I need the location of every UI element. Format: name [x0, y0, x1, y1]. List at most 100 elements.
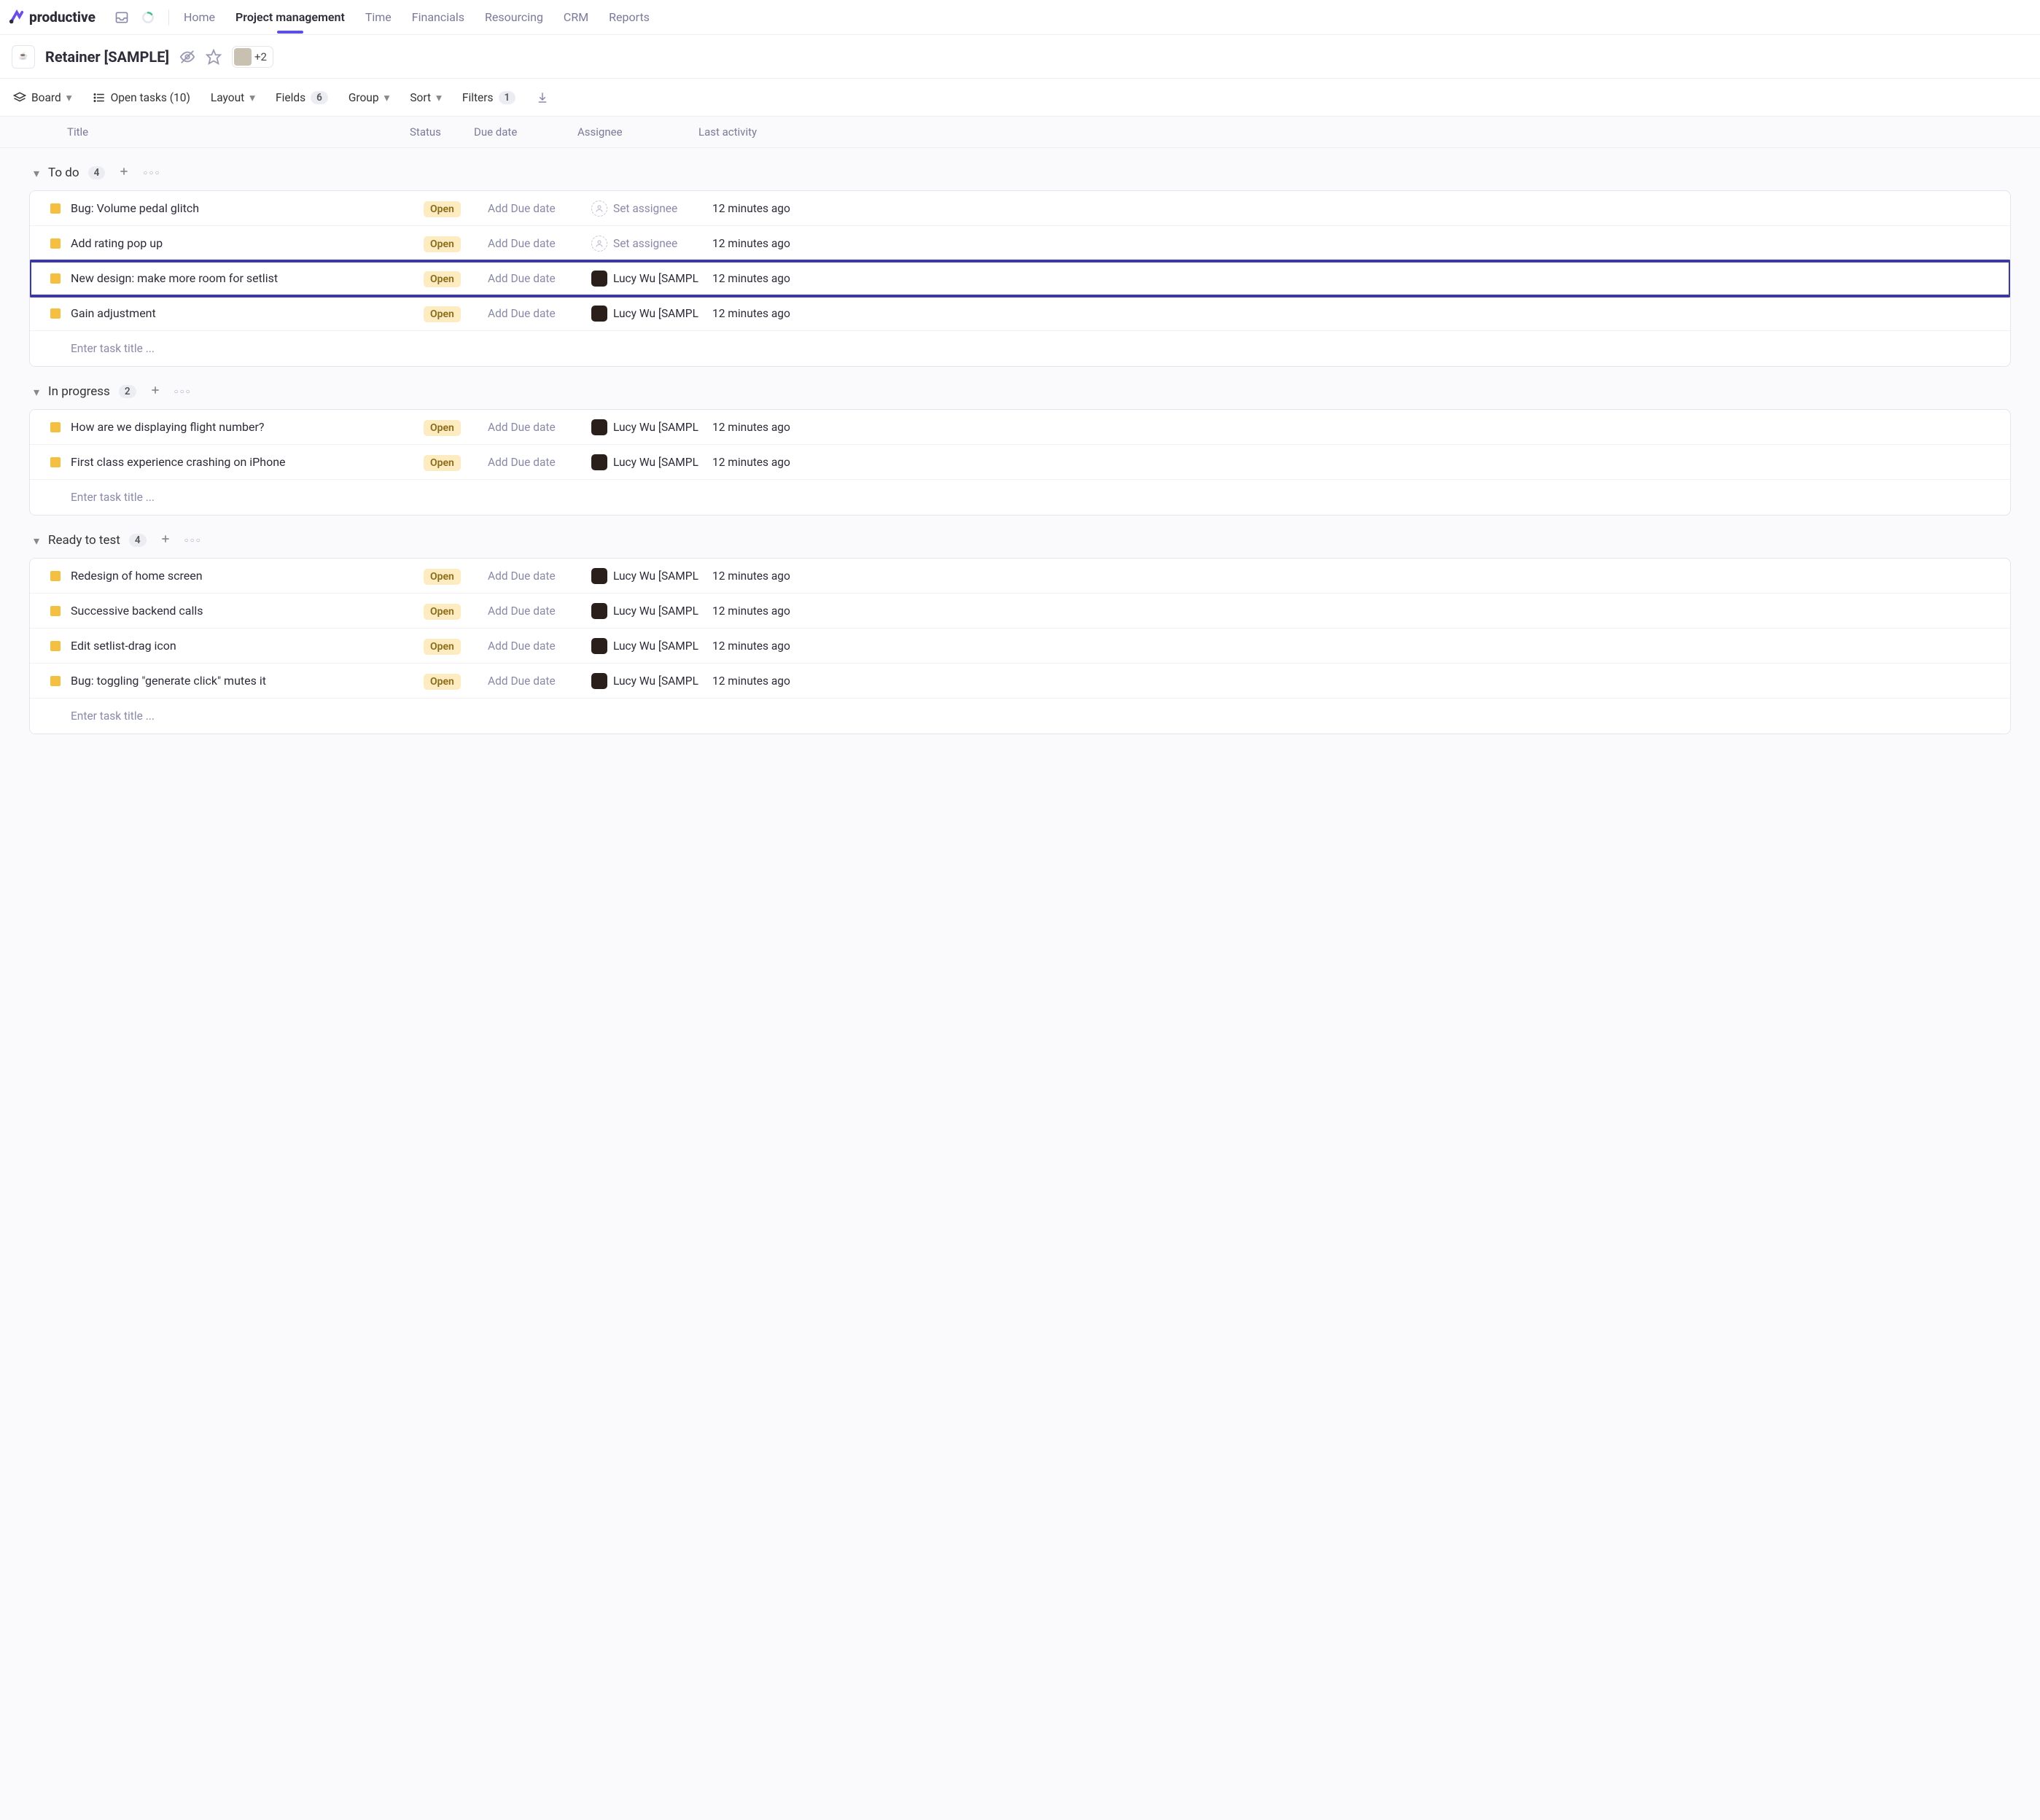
task-title: Successive backend calls [71, 604, 424, 618]
task-status[interactable]: Open [424, 569, 488, 583]
new-task-input[interactable]: Enter task title ... [30, 699, 2010, 734]
task-due-date[interactable]: Add Due date [488, 674, 591, 688]
task-status[interactable]: Open [424, 455, 488, 469]
task-status[interactable]: Open [424, 674, 488, 688]
task-row[interactable]: Add rating pop upOpenAdd Due dateSet ass… [30, 226, 2010, 261]
task-assignee[interactable]: Set assignee [591, 236, 712, 252]
assignee-placeholder-icon [591, 236, 607, 252]
task-status[interactable]: Open [424, 236, 488, 250]
task-assignee[interactable]: Lucy Wu [SAMPL [591, 638, 712, 654]
task-color-icon [50, 676, 61, 686]
task-color-icon [50, 203, 61, 214]
task-title: New design: make more room for setlist [71, 271, 424, 285]
nav-item-time[interactable]: Time [364, 1, 393, 33]
task-status[interactable]: Open [424, 271, 488, 285]
star-icon[interactable] [206, 49, 222, 65]
task-due-date[interactable]: Add Due date [488, 604, 591, 618]
more-icon[interactable]: ○○○ [184, 537, 202, 545]
add-task-button[interactable] [155, 533, 176, 548]
visibility-icon[interactable] [179, 49, 195, 65]
more-icon[interactable]: ○○○ [174, 388, 192, 396]
nav-item-project-management[interactable]: Project management [234, 1, 346, 33]
section-title: In progress [48, 384, 110, 399]
task-assignee[interactable]: Lucy Wu [SAMPL [591, 603, 712, 619]
progress-ring-icon[interactable] [141, 10, 155, 25]
section-count: 4 [88, 166, 106, 179]
logo[interactable]: productive [9, 9, 109, 26]
task-color-icon [50, 422, 61, 432]
task-title: First class experience crashing on iPhon… [71, 455, 424, 469]
column-header: Title Status Due date Assignee Last acti… [0, 117, 2040, 148]
task-status[interactable]: Open [424, 420, 488, 434]
task-assignee[interactable]: Lucy Wu [SAMPL [591, 419, 712, 435]
task-row[interactable]: Bug: toggling "generate click" mutes itO… [30, 664, 2010, 699]
col-activity: Last activity [698, 125, 2040, 139]
collapse-icon[interactable]: ▾ [34, 385, 39, 399]
task-due-date[interactable]: Add Due date [488, 307, 591, 320]
fields-label: Fields [276, 91, 305, 104]
add-task-button[interactable] [145, 384, 166, 399]
task-assignee[interactable]: Set assignee [591, 201, 712, 217]
nav-item-home[interactable]: Home [182, 1, 217, 33]
task-row[interactable]: Edit setlist-drag iconOpenAdd Due dateLu… [30, 629, 2010, 664]
layout-menu[interactable]: Layout ▾ [211, 91, 255, 104]
nav-item-financials[interactable]: Financials [410, 1, 466, 33]
inbox-icon[interactable] [114, 10, 129, 25]
task-due-date[interactable]: Add Due date [488, 456, 591, 469]
task-row[interactable]: Gain adjustmentOpenAdd Due dateLucy Wu [… [30, 296, 2010, 331]
task-row[interactable]: Redesign of home screenOpenAdd Due dateL… [30, 559, 2010, 594]
open-tasks-filter[interactable]: Open tasks (10) [93, 91, 190, 104]
task-row[interactable]: First class experience crashing on iPhon… [30, 445, 2010, 480]
avatar [591, 603, 607, 619]
task-assignee[interactable]: Lucy Wu [SAMPL [591, 673, 712, 689]
col-status: Status [410, 125, 474, 139]
add-task-button[interactable] [114, 166, 134, 180]
status-pill: Open [424, 201, 461, 217]
project-logo[interactable]: ☕ [12, 45, 35, 69]
collapse-icon[interactable]: ▾ [34, 166, 39, 180]
section-count: 4 [129, 534, 147, 547]
task-row[interactable]: How are we displaying flight number?Open… [30, 410, 2010, 445]
status-pill: Open [424, 569, 461, 585]
task-due-date[interactable]: Add Due date [488, 202, 591, 215]
nav-item-resourcing[interactable]: Resourcing [483, 1, 545, 33]
task-due-date[interactable]: Add Due date [488, 237, 591, 250]
task-due-date[interactable]: Add Due date [488, 639, 591, 653]
task-due-date[interactable]: Add Due date [488, 421, 591, 434]
collapse-icon[interactable]: ▾ [34, 534, 39, 548]
task-status[interactable]: Open [424, 604, 488, 618]
task-color-icon [50, 641, 61, 651]
task-status[interactable]: Open [424, 639, 488, 653]
task-status[interactable]: Open [424, 306, 488, 320]
task-row[interactable]: Bug: Volume pedal glitchOpen Add Due date… [30, 191, 2010, 226]
group-menu[interactable]: Group ▾ [349, 91, 390, 104]
task-assignee[interactable]: Lucy Wu [SAMPL [591, 271, 712, 287]
members-button[interactable]: +2 [232, 46, 273, 68]
sort-menu[interactable]: Sort ▾ [410, 91, 442, 104]
view-switcher[interactable]: Board ▾ [13, 91, 72, 104]
task-title: Add rating pop up [71, 236, 424, 250]
task-assignee[interactable]: Lucy Wu [SAMPL [591, 454, 712, 470]
nav-item-crm[interactable]: CRM [562, 1, 590, 33]
nav-item-reports[interactable]: Reports [607, 1, 651, 33]
filters-menu[interactable]: Filters 1 [462, 91, 515, 104]
chevron-down-icon: ▾ [66, 91, 72, 104]
new-task-input[interactable]: Enter task title ... [30, 331, 2010, 366]
task-status[interactable]: Open [424, 201, 488, 215]
task-assignee[interactable]: Lucy Wu [SAMPL [591, 306, 712, 322]
more-icon[interactable]: ○○○ [143, 169, 160, 177]
task-row[interactable]: Successive backend callsOpenAdd Due date… [30, 594, 2010, 629]
download-icon[interactable] [536, 91, 549, 104]
section-header: ▾To do4○○○ [29, 161, 2011, 190]
task-assignee[interactable]: Lucy Wu [SAMPL [591, 568, 712, 584]
avatar-plus-count: +2 [254, 50, 267, 63]
task-row[interactable]: New design: make more room for setlistOp… [30, 261, 2010, 296]
task-due-date[interactable]: Add Due date [488, 569, 591, 583]
task-activity: 12 minutes ago [712, 569, 2010, 583]
new-task-input[interactable]: Enter task title ... [30, 480, 2010, 515]
fields-menu[interactable]: Fields 6 [276, 91, 328, 104]
assignee-name: Lucy Wu [SAMPL [613, 272, 698, 285]
task-title: Bug: Volume pedal glitch [71, 201, 424, 215]
task-due-date[interactable]: Add Due date [488, 272, 591, 285]
view-toolbar: Board ▾ Open tasks (10) Layout ▾ Fields … [0, 79, 2040, 117]
